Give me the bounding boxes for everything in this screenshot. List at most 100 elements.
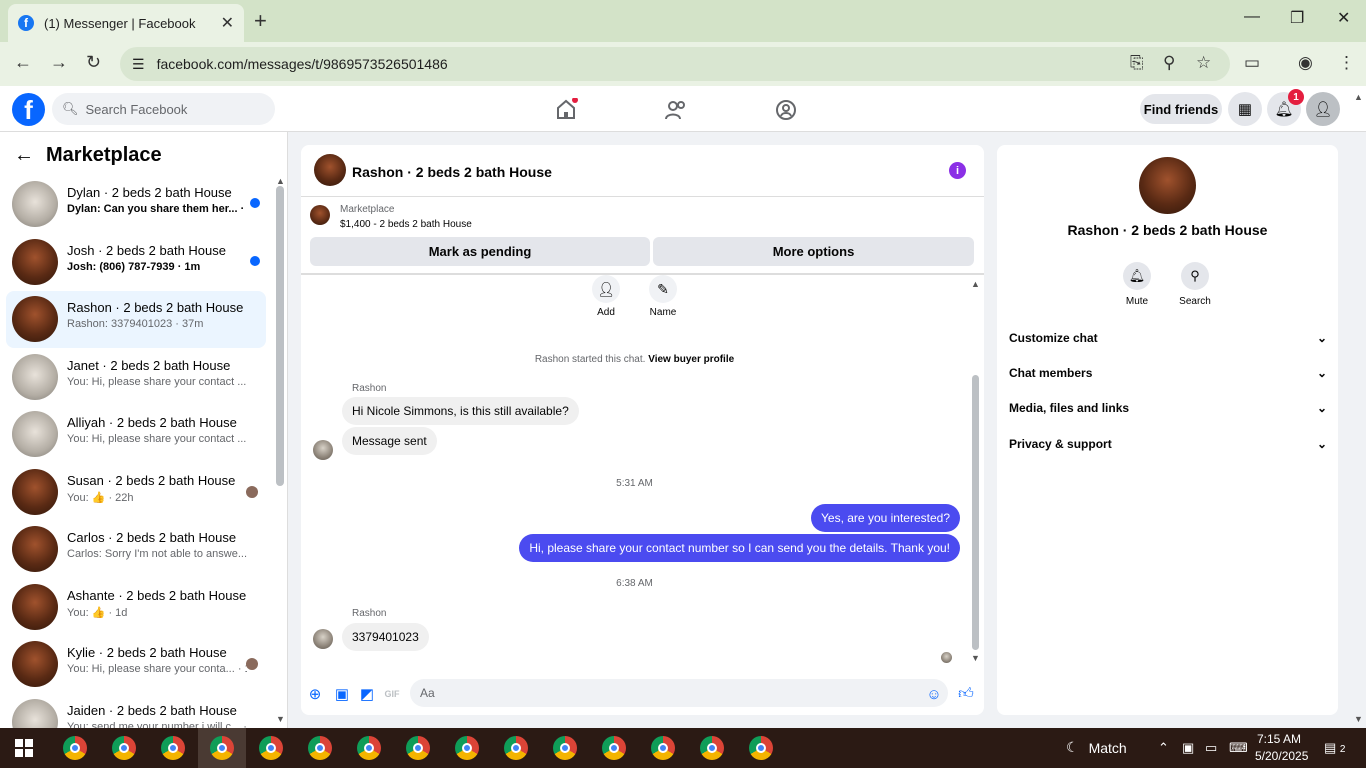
chrome-taskbar-icon[interactable] [504,736,528,760]
chrome-taskbar-icon[interactable] [651,736,675,760]
message-bubble-sent[interactable]: Hi, please share your contact number so … [519,534,960,562]
install-app-icon[interactable]: ⎘ [1130,53,1144,73]
forward-icon[interactable]: → [50,52,68,73]
groups-icon[interactable] [774,98,798,122]
account-avatar[interactable]: 👤︎ [1306,92,1340,126]
gallery-icon[interactable]: ▣ [333,685,351,703]
site-info-icon[interactable]: ☰ [132,56,145,73]
reload-icon[interactable]: ↻ [86,52,101,73]
more-options-button[interactable]: More options [653,237,974,266]
battery-icon[interactable]: ▭ [1205,740,1217,756]
sidebar-scrollbar[interactable] [276,186,284,486]
chrome-taskbar-icon[interactable] [602,736,626,760]
windows-start-icon[interactable] [15,739,33,757]
info-icon[interactable]: i [949,162,966,179]
conversation-item[interactable]: Susan · 2 beds 2 bath House You: 👍 · 22h [6,464,266,521]
weather-widget[interactable]: ☾ Match [1066,739,1127,756]
sender-avatar[interactable] [313,629,333,649]
chrome-taskbar-icon[interactable] [112,736,136,760]
page-scroll-up-icon[interactable]: ▲ [1354,92,1363,102]
camera-icon[interactable]: ▣ [1182,740,1194,756]
name-button[interactable]: ✎ Name [648,275,678,318]
close-window-icon[interactable]: ✕ [1337,8,1350,28]
customize-chat-section[interactable]: Customize chat ⌄ [1009,327,1327,349]
conversation-item[interactable]: Dylan · 2 beds 2 bath House Dylan: Can yo… [6,176,266,233]
chrome-taskbar-icon[interactable] [700,736,724,760]
friends-icon[interactable] [664,98,688,122]
profile-name[interactable]: Rashon · 2 beds 2 bath House [997,222,1338,238]
mute-button[interactable]: 🔔︎ Mute [1117,262,1157,307]
conversation-item[interactable]: Janet · 2 beds 2 bath House You: Hi, plea… [6,349,266,406]
browser-tab[interactable]: f (1) Messenger | Facebook ✕ [8,4,244,42]
conversation-item[interactable]: Rashon · 2 beds 2 bath House Rashon: 3379… [6,291,266,348]
conversation-item[interactable]: Alliyah · 2 beds 2 bath House You: Hi, pl… [6,406,266,463]
menu-grid-icon[interactable]: ▦ [1228,92,1262,126]
tab-search-icon[interactable]: ▭ [1244,53,1260,73]
back-arrow-icon[interactable]: ← [14,144,34,167]
search-input[interactable]: 🔍︎ Search Facebook [52,93,275,125]
scroll-up-icon[interactable]: ▲ [276,176,285,186]
find-friends-button[interactable]: Find friends [1140,94,1222,124]
chrome-taskbar-icon[interactable] [210,736,234,760]
message-bubble-sent[interactable]: Yes, are you interested? [811,504,960,532]
search-in-chat-button[interactable]: ⚲ Search [1175,262,1215,307]
chrome-taskbar-icon[interactable] [749,736,773,760]
message-bubble[interactable]: Message sent [342,427,437,455]
view-buyer-profile-link[interactable]: View buyer profile [648,354,734,365]
page-scroll-down-icon[interactable]: ▼ [1354,714,1363,724]
sender-avatar[interactable] [313,440,333,460]
new-tab-icon[interactable]: + [254,8,267,34]
mark-pending-button[interactable]: Mark as pending [310,237,650,266]
message-input[interactable]: Aa [410,679,948,707]
zoom-icon[interactable]: ⚲ [1163,53,1175,73]
home-icon[interactable] [554,98,578,122]
chrome-taskbar-icon[interactable] [308,736,332,760]
show-hidden-icons-icon[interactable]: ⌃ [1158,740,1169,756]
chat-avatar[interactable] [314,154,346,186]
media-files-links-section[interactable]: Media, files and links ⌄ [1009,397,1327,419]
minimize-icon[interactable]: — [1244,8,1260,26]
add-button[interactable]: 👤︎ Add [591,275,621,318]
bookmark-star-icon[interactable]: ☆ [1196,53,1211,73]
chrome-taskbar-icon[interactable] [406,736,430,760]
sticker-icon[interactable]: ◩ [358,685,376,703]
chrome-taskbar-icon[interactable] [553,736,577,760]
profile-avatar[interactable] [1139,157,1196,214]
privacy-support-section[interactable]: Privacy & support ⌄ [1009,433,1327,455]
menu-icon[interactable]: ⋮ [1338,53,1355,73]
profile-icon[interactable]: ◉ [1298,53,1313,73]
message-bubble[interactable]: 3379401023 [342,623,429,651]
back-icon[interactable]: ← [14,52,32,73]
chrome-taskbar-icon[interactable] [455,736,479,760]
listing-thumbnail[interactable] [310,205,330,225]
restore-icon[interactable]: ❐ [1290,8,1304,28]
conversation-name: Susan · 2 beds 2 bath House [67,472,236,488]
clock[interactable]: 7:15 AM 5/20/2025 [1255,731,1308,765]
message-bubble[interactable]: Hi Nicole Simmons, is this still availab… [342,397,579,425]
chrome-taskbar-icon[interactable] [63,736,87,760]
conversation-item[interactable]: Jaiden · 2 beds 2 bath House You: send me… [6,694,266,728]
address-bar[interactable]: ☰ facebook.com/messages/t/98695735265014… [120,47,1230,81]
close-tab-icon[interactable]: ✕ [221,13,234,33]
chrome-taskbar-icon[interactable] [259,736,283,760]
chrome-taskbar-icon[interactable] [161,736,185,760]
gif-icon[interactable]: GIF [383,685,401,703]
scroll-down-icon[interactable]: ▼ [276,714,285,724]
conversation-avatar [12,641,58,687]
thumbs-up-icon[interactable]: 👍︎ [957,685,975,703]
chat-members-section[interactable]: Chat members ⌄ [1009,362,1327,384]
chat-scrollbar[interactable] [972,375,979,650]
notification-center-icon[interactable]: ▤ 2 [1324,740,1345,756]
chat-title[interactable]: Rashon · 2 beds 2 bath House [352,164,552,180]
plus-icon[interactable]: ⊕ [306,685,324,703]
conversation-item[interactable]: Josh · 2 beds 2 bath House Josh: (806) 78… [6,234,266,291]
scroll-up-icon[interactable]: ▲ [971,279,980,289]
conversation-item[interactable]: Kylie · 2 beds 2 bath House You: Hi, plea… [6,636,266,693]
network-icon[interactable]: ⌨ [1229,740,1248,756]
emoji-icon[interactable]: ☺ [925,685,943,703]
chrome-taskbar-icon[interactable] [357,736,381,760]
conversation-item[interactable]: Carlos · 2 beds 2 bath House Carlos: Sorr… [6,521,266,578]
scroll-down-icon[interactable]: ▼ [971,653,980,663]
facebook-logo-icon[interactable]: f [12,93,45,126]
conversation-item[interactable]: Ashante · 2 beds 2 bath House You: 👍 · 1d [6,579,266,636]
